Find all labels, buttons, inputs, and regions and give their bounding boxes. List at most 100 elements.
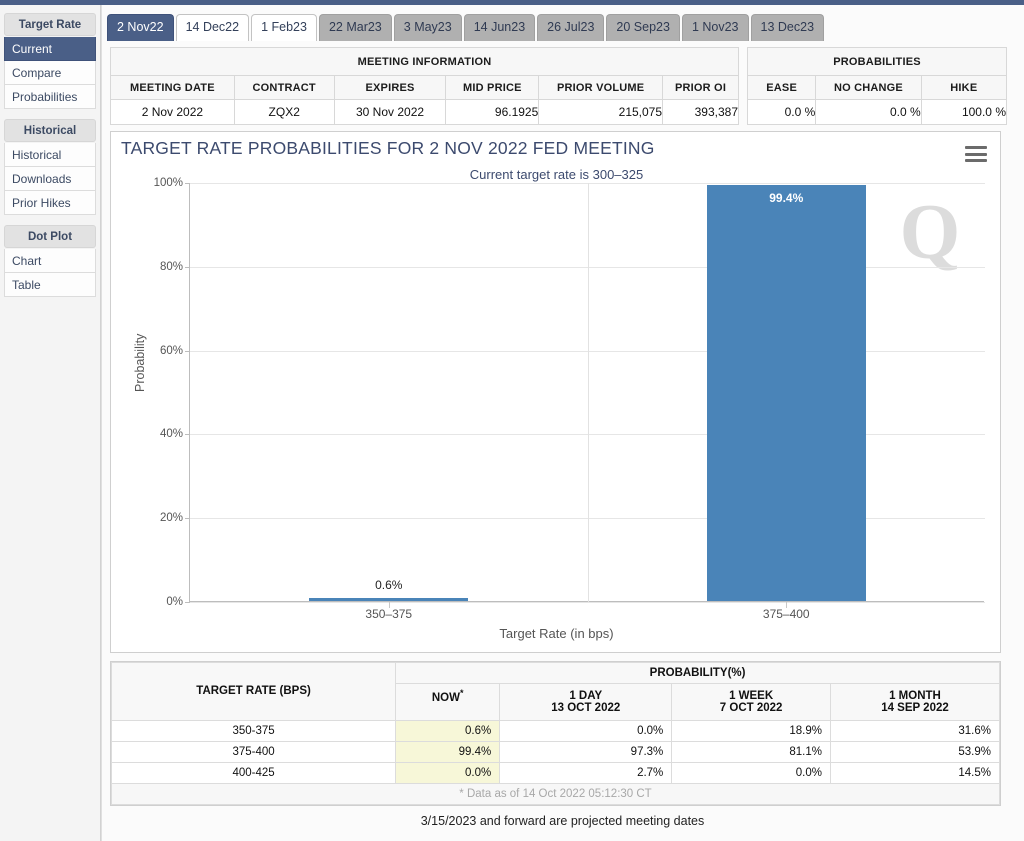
meeting-information-value-row: 2 Nov 2022 ZQX2 30 Nov 2022 96.1925 215,075 3… [110, 98, 739, 126]
data-table-column-header-1-month: 1 MONTH 14 SEP 2022 [829, 683, 1001, 721]
cell-probability-month: 31.6% [829, 719, 1001, 742]
meeting-information-table: MEETING INFORMATION MEETING DATE CONTRACT… [110, 46, 739, 126]
probability-summary-header: NO CHANGE [815, 75, 922, 100]
tab-26-jul23[interactable]: 26 Jul23 [537, 14, 605, 41]
probability-summary-header: EASE [746, 75, 817, 100]
cell-target-rate: 375-400 [110, 740, 397, 763]
x-tick-label: 350–375 [365, 607, 413, 621]
y-tick-label: 100% [153, 177, 183, 189]
chart-subtitle: Current target rate is 300–325 [469, 167, 644, 182]
sidebar-group-title-historical: Historical [4, 119, 96, 142]
cell-probability-day: 97.3% [499, 740, 673, 763]
meeting-date-tab-bar[interactable]: 2 Nov22 14 Dec22 1 Feb23 22 Mar23 3 May23 14 … [107, 12, 1017, 41]
chart-title: TARGET RATE PROBABILITIES FOR 2 NOV 2022… [121, 138, 655, 158]
cell-target-rate: 400-425 [110, 761, 397, 784]
tab-20-sep23[interactable]: 20 Sep23 [606, 14, 680, 41]
meeting-info-header: MEETING DATE [110, 75, 235, 100]
plot-area: 0% 20% 40% 60% 80% 100% 0.6% 350–375 99.4% 375–40… [154, 177, 985, 621]
y-tick-label: 80% [159, 260, 183, 273]
probability-summary-value: 0.0 % [746, 98, 817, 126]
bar-value-label: 0.6% [375, 578, 403, 592]
data-table-column-header-now: NOW* [395, 683, 501, 721]
y-tick-label: 60% [159, 344, 183, 357]
sidebar-item-table[interactable]: Table [4, 273, 96, 297]
x-tick-label: 375–400 [762, 607, 810, 621]
meeting-info-value: 393,387 [662, 98, 739, 126]
main-panel: 2 Nov22 14 Dec22 1 Feb23 22 Mar23 3 May23 14 … [101, 5, 1024, 841]
sidebar-item-downloads[interactable]: Downloads [4, 167, 96, 191]
chart-panel: TARGET RATE PROBABILITIES FOR 2 NOV 2022… [110, 131, 1001, 653]
probability-data-panel: TARGET RATE (BPS) PROBABILITY(%) NOW* 1 D… [110, 661, 1001, 806]
bar-value-label: 99.4% [769, 190, 804, 205]
y-tick-label: 0% [166, 596, 183, 608]
cell-probability-now: 0.6% [395, 719, 501, 742]
y-tick-mark [185, 518, 190, 520]
tab-14-jun23[interactable]: 14 Jun23 [463, 14, 536, 41]
meeting-info-value: 2 Nov 2022 [110, 98, 235, 126]
bar-375-400[interactable]: 99.4% [706, 184, 866, 601]
probabilities-summary-value-row: 0.0 % 0.0 % 100.0 % [746, 98, 1008, 126]
y-tick-label: 40% [159, 428, 183, 441]
info-tables-row: MEETING INFORMATION MEETING DATE CONTRACT… [110, 46, 1015, 126]
table-row: 400-425 0.0% 2.7% 0.0% 14.5% [110, 761, 1001, 784]
sidebar: Target Rate Current Compare Probabilities Hi… [0, 5, 101, 841]
y-tick-mark [185, 434, 190, 436]
data-as-of-note: * Data as of 14 Oct 2022 05:12:30 CT [111, 782, 1000, 805]
cell-probability-now: 99.4% [395, 740, 501, 763]
bar-350-375[interactable] [309, 598, 469, 601]
sidebar-group-title-dot-plot: Dot Plot [4, 225, 96, 248]
chart-menu-icon[interactable] [965, 146, 987, 162]
tab-13-dec23[interactable]: 13 Dec23 [750, 14, 825, 41]
meeting-info-header: CONTRACT [233, 75, 335, 100]
tab-14-dec22[interactable]: 14 Dec22 [175, 14, 250, 41]
table-row: 350-375 0.6% 0.0% 18.9% 31.6% [110, 719, 1001, 742]
sidebar-item-chart[interactable]: Chart [4, 249, 96, 273]
data-table-rate-header: TARGET RATE (BPS) [110, 662, 397, 721]
x-axis-label: Target Rate (in bps) [499, 626, 614, 641]
tab-1-nov23[interactable]: 1 Nov23 [681, 14, 749, 41]
data-table-column-header-1-week: 1 WEEK 7 OCT 2022 [671, 683, 831, 721]
sidebar-item-probabilities[interactable]: Probabilities [4, 85, 96, 109]
meeting-info-header: PRIOR OI [662, 75, 739, 100]
meeting-info-header: MID PRICE [445, 75, 540, 100]
y-gridline [190, 602, 985, 603]
sidebar-item-historical[interactable]: Historical [4, 143, 96, 167]
cell-probability-week: 81.1% [671, 740, 831, 763]
meeting-info-value: 96.1925 [445, 98, 540, 126]
tab-2-nov22[interactable]: 2 Nov22 [107, 14, 174, 41]
data-note-row: * Data as of 14 Oct 2022 05:12:30 CT [111, 782, 1000, 805]
sidebar-group-title-target-rate: Target Rate [4, 13, 96, 36]
y-tick-mark [185, 183, 190, 184]
meeting-info-value: ZQX2 [233, 98, 335, 126]
y-tick-label: 20% [159, 512, 183, 525]
y-tick-mark [185, 350, 190, 352]
probability-data-table: TARGET RATE (BPS) PROBABILITY(%) NOW* 1 D… [110, 662, 1001, 805]
meeting-info-value: 215,075 [538, 98, 664, 126]
sidebar-item-prior-hikes[interactable]: Prior Hikes [4, 191, 96, 215]
cell-probability-month: 53.9% [829, 740, 1001, 763]
data-table-group-header: PROBABILITY(%) [395, 662, 1000, 684]
cell-probability-month: 14.5% [829, 761, 1001, 784]
table-row: 375-400 99.4% 97.3% 81.1% 53.9% [110, 740, 1001, 763]
footer-note: 3/15/2023 and forward are projected meet… [420, 814, 705, 828]
meeting-info-value: 30 Nov 2022 [333, 98, 447, 126]
probability-summary-value: 0.0 % [815, 98, 922, 126]
tab-1-feb23[interactable]: 1 Feb23 [251, 14, 317, 41]
probability-summary-header: HIKE [920, 75, 1008, 100]
probabilities-summary-caption: PROBABILITIES [747, 46, 1007, 77]
probabilities-summary-table: PROBABILITIES EASE NO CHANGE HIKE 0.0 % 0.0… [746, 46, 1008, 126]
tab-22-mar23[interactable]: 22 Mar23 [318, 14, 392, 41]
y-tick-mark [185, 602, 190, 603]
cell-probability-now: 0.0% [395, 761, 501, 784]
sidebar-item-compare[interactable]: Compare [4, 61, 96, 85]
cell-probability-week: 0.0% [671, 761, 831, 784]
data-table-column-header-1-day: 1 DAY 13 OCT 2022 [499, 683, 673, 721]
meeting-information-caption: MEETING INFORMATION [110, 46, 739, 77]
tab-3-may23[interactable]: 3 May23 [393, 14, 462, 41]
sidebar-item-current[interactable]: Current [4, 37, 96, 61]
probability-summary-value: 100.0 % [920, 98, 1008, 126]
probabilities-summary-header-row: EASE NO CHANGE HIKE [746, 75, 1008, 100]
cell-probability-day: 0.0% [499, 719, 673, 742]
